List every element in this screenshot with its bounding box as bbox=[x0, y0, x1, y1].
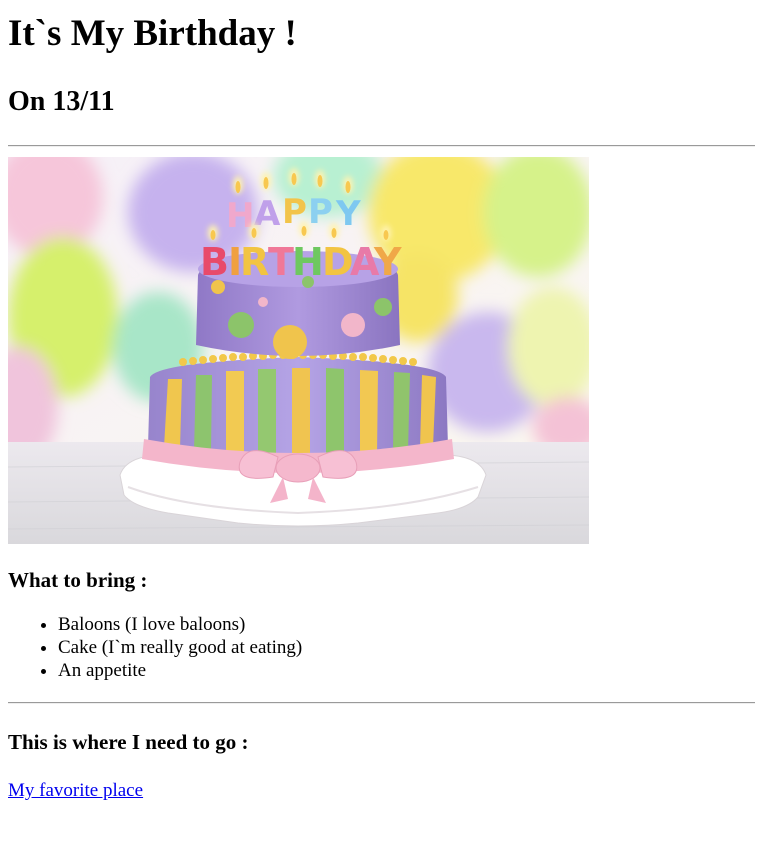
list-item: Baloons (I love baloons) bbox=[58, 613, 755, 636]
svg-text:Y: Y bbox=[373, 240, 402, 284]
date-heading: On 13/11 bbox=[8, 86, 115, 117]
birthday-cake-image: H A P P Y B I R T H D A Y bbox=[8, 157, 589, 544]
bring-list: Baloons (I love baloons) Cake (I`m reall… bbox=[8, 613, 755, 682]
svg-text:T: T bbox=[268, 240, 294, 284]
svg-text:H: H bbox=[292, 240, 324, 284]
list-item: An appetite bbox=[58, 659, 755, 682]
what-to-bring-heading: What to bring : bbox=[8, 568, 148, 592]
where-to-go-heading: This is where I need to go : bbox=[8, 730, 249, 754]
svg-text:D: D bbox=[322, 240, 354, 284]
page-title: It`s My Birthday ! bbox=[8, 13, 297, 54]
svg-text:R: R bbox=[240, 240, 269, 284]
divider bbox=[8, 145, 755, 147]
divider bbox=[8, 702, 755, 704]
favorite-place-link[interactable]: My favorite place bbox=[8, 780, 143, 802]
svg-text:Y: Y bbox=[335, 194, 361, 234]
svg-text:B: B bbox=[200, 240, 229, 284]
list-item: Cake (I`m really good at eating) bbox=[58, 636, 755, 659]
svg-text:P: P bbox=[308, 192, 333, 232]
